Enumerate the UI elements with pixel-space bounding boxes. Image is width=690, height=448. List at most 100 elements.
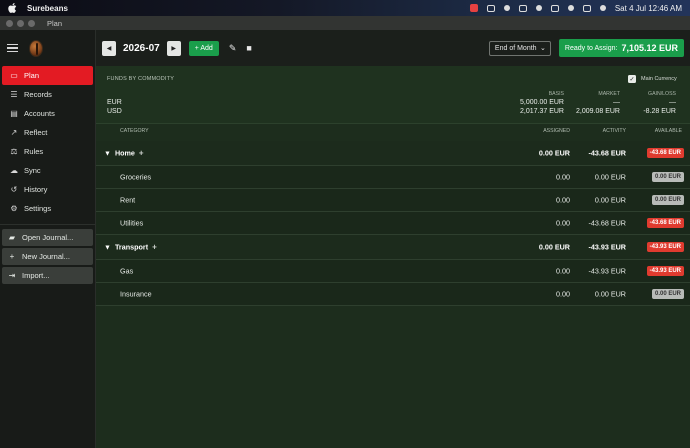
status-icon-3[interactable] (518, 4, 527, 12)
assigned-column-header: ASSIGNED (543, 128, 570, 134)
category-row-utilities[interactable]: Utilities 0.00 -43.68 EUR -43.68 EUR (96, 212, 690, 235)
category-name: Insurance (120, 289, 152, 299)
category-assigned[interactable]: 0.00 (556, 219, 570, 228)
status-red-icon[interactable] (469, 4, 478, 12)
add-category-icon[interactable]: + (152, 243, 157, 252)
chevron-down-icon: ⌄ (540, 45, 546, 52)
period-select[interactable]: End of Month ⌄ (488, 40, 551, 56)
group-activity: -43.68 EUR (588, 148, 626, 158)
app-menu-name[interactable]: Surebeans (27, 4, 68, 13)
new-journal-button[interactable]: + New Journal... (2, 248, 93, 265)
sidebar: ▭ Plan ☰ Records ▤ Accounts ↗ Reflect ⚖ … (0, 30, 96, 448)
battery-icon[interactable] (550, 4, 559, 12)
basis-header: BASIS (548, 91, 564, 97)
group-assigned: 0.00 EUR (538, 242, 570, 252)
sidebar-item-reflect[interactable]: ↗ Reflect (2, 123, 93, 142)
sidebar-item-rules[interactable]: ⚖ Rules (2, 142, 93, 161)
category-row-rent[interactable]: Rent 0.00 0.00 EUR 0.00 EUR (96, 189, 690, 212)
category-name: Gas (120, 266, 134, 276)
window-close-button[interactable] (6, 19, 13, 27)
category-assigned[interactable]: 0.00 (556, 173, 570, 182)
category-name: Groceries (120, 172, 152, 182)
ready-to-assign-amount: 7,105.12 EUR (621, 43, 678, 53)
commodity-usd: USD (107, 108, 122, 115)
status-icon-4[interactable] (535, 5, 542, 11)
control-center-icon[interactable] (582, 4, 591, 12)
import-icon: ⇥ (8, 271, 16, 280)
main-currency-checkbox[interactable]: ✓ (628, 75, 636, 83)
category-row-gas[interactable]: Gas 0.00 -43.93 EUR -43.93 EUR (96, 260, 690, 283)
open-journal-label: Open Journal... (22, 233, 74, 242)
category-assigned[interactable]: 0.00 (556, 196, 570, 205)
available-column-header: AVAILABLE (654, 128, 682, 134)
category-row-groceries[interactable]: Groceries 0.00 0.00 EUR 0.00 EUR (96, 166, 690, 189)
sidebar-item-label: Settings (24, 204, 52, 213)
category-column-header: CATEGORY (120, 128, 149, 134)
open-journal-button[interactable]: ▰ Open Journal... (2, 229, 93, 246)
caret-down-icon[interactable]: ▼ (104, 151, 111, 158)
gain-loss-eur: — (669, 99, 676, 106)
category-available-badge: 0.00 EUR (651, 195, 684, 205)
macos-menubar: Surebeans Sat 4 Jul 12:46 AM (0, 0, 690, 16)
activity-column-header: ACTIVITY (602, 128, 626, 134)
siri-icon[interactable] (599, 5, 606, 11)
category-row-insurance[interactable]: Insurance 0.00 0.00 EUR 0.00 EUR (96, 283, 690, 306)
gain-loss-header: GAIN/LOSS (648, 91, 676, 97)
plus-icon: + (9, 252, 15, 261)
category-assigned[interactable]: 0.00 (556, 267, 570, 276)
add-category-icon[interactable]: + (139, 149, 144, 158)
sidebar-item-label: Rules (24, 147, 44, 156)
wifi-icon[interactable] (567, 5, 574, 11)
accounts-icon: ▤ (10, 109, 18, 118)
rules-icon: ⚖ (10, 147, 18, 156)
add-button[interactable]: + Add (188, 40, 219, 56)
sidebar-item-accounts[interactable]: ▤ Accounts (2, 104, 93, 123)
history-icon: ↺ (10, 185, 18, 194)
next-month-button[interactable]: ▶ (166, 40, 181, 56)
market-header: MARKET (598, 91, 620, 97)
period-select-value: End of Month (494, 44, 537, 52)
folder-icon: ▰ (8, 233, 16, 242)
window-minimize-button[interactable] (17, 19, 24, 27)
sidebar-item-history[interactable]: ↺ History (2, 180, 93, 199)
gear-icon: ⚙ (10, 204, 18, 213)
sidebar-item-label: Reflect (24, 128, 48, 137)
ready-to-assign-button[interactable]: Ready to Assign: 7,105.12 EUR (558, 39, 684, 57)
current-month: 2026-07 (123, 42, 160, 54)
status-icon-1[interactable] (486, 4, 495, 12)
sidebar-item-settings[interactable]: ⚙ Settings (2, 199, 93, 218)
group-row-transport[interactable]: ▼ Transport + 0.00 EUR -43.93 EUR -43.93 E… (96, 235, 690, 260)
commodity-eur: EUR (107, 99, 122, 106)
sidebar-header (0, 30, 95, 66)
cloud-icon: ☁ (10, 166, 18, 175)
window-zoom-button[interactable] (28, 19, 35, 27)
group-available-badge: -43.68 EUR (646, 148, 684, 158)
category-available-badge: -43.93 EUR (646, 266, 684, 276)
sidebar-item-label: History (24, 185, 48, 194)
sidebar-item-plan[interactable]: ▭ Plan (2, 66, 93, 85)
status-icon-2[interactable] (503, 5, 510, 11)
sidebar-divider (0, 224, 95, 225)
apple-logo-icon[interactable] (8, 3, 17, 13)
group-assigned: 0.00 EUR (538, 148, 570, 158)
group-name[interactable]: ▼ Home + (104, 149, 144, 158)
hamburger-menu-icon[interactable] (7, 44, 18, 52)
group-row-home[interactable]: ▼ Home + 0.00 EUR -43.68 EUR -43.68 EUR (96, 141, 690, 166)
edit-pencil-icon[interactable]: ✎ (229, 43, 237, 54)
basis-usd: 2,017.37 EUR (520, 108, 564, 115)
delete-trash-icon[interactable]: ■ (246, 43, 251, 53)
basis-eur: 5,000.00 EUR (520, 99, 564, 106)
category-available-badge: 0.00 EUR (651, 289, 684, 299)
caret-down-icon[interactable]: ▼ (104, 245, 111, 252)
sidebar-item-label: Plan (24, 71, 40, 80)
import-button[interactable]: ⇥ Import... (2, 267, 93, 284)
group-name[interactable]: ▼ Transport + (104, 243, 157, 252)
sidebar-item-sync[interactable]: ☁ Sync (2, 161, 93, 180)
menubar-clock[interactable]: Sat 4 Jul 12:46 AM (615, 4, 682, 13)
market-eur: — (613, 99, 620, 106)
category-activity: 0.00 EUR (594, 289, 626, 299)
sidebar-item-records[interactable]: ☰ Records (2, 85, 93, 104)
category-assigned[interactable]: 0.00 (556, 290, 570, 299)
previous-month-button[interactable]: ◀ (102, 40, 116, 56)
category-available-badge: 0.00 EUR (651, 172, 684, 182)
